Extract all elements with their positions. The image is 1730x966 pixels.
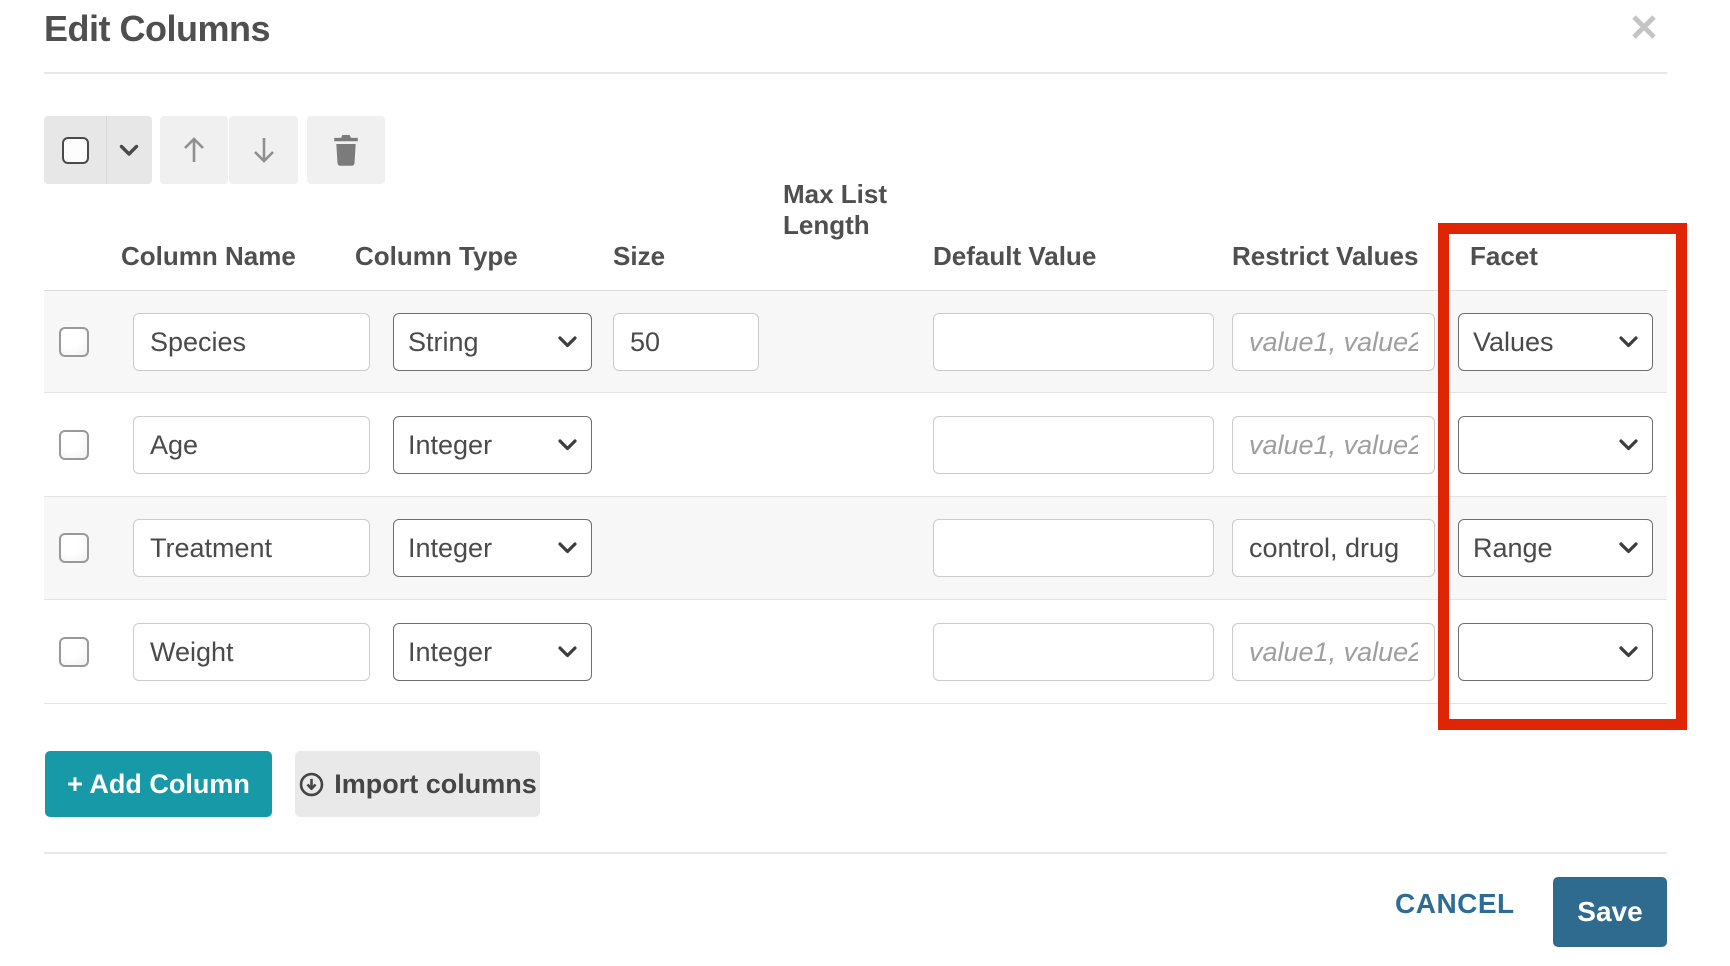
close-icon[interactable] — [1624, 8, 1664, 48]
facet-value: Range — [1473, 533, 1619, 564]
row-checkbox[interactable] — [59, 533, 89, 563]
chevron-down-icon — [1619, 439, 1638, 451]
selection-menu-button[interactable] — [107, 116, 151, 184]
table-row-species: String Values — [44, 290, 1667, 393]
close-icon — [1627, 10, 1661, 44]
import-circle-arrow-icon — [298, 771, 325, 798]
header-max-list-length: Max List Length — [783, 179, 901, 241]
footer-divider — [44, 852, 1667, 854]
column-type-select[interactable]: Integer — [393, 519, 592, 577]
chevron-down-icon — [558, 439, 577, 451]
restrict-values-input[interactable] — [1232, 519, 1435, 577]
row-checkbox[interactable] — [59, 327, 89, 357]
table-row-treatment: Integer Range — [44, 497, 1667, 600]
column-name-input[interactable] — [133, 416, 370, 474]
column-name-input[interactable] — [133, 623, 370, 681]
column-type-value: Integer — [408, 637, 558, 668]
move-up-button[interactable] — [160, 116, 228, 184]
column-type-select[interactable]: Integer — [393, 623, 592, 681]
default-value-input[interactable] — [933, 313, 1214, 371]
column-type-value: Integer — [408, 533, 558, 564]
table-row-age: Integer — [44, 394, 1667, 497]
cancel-button[interactable]: CANCEL — [1395, 888, 1515, 920]
column-type-value: String — [408, 327, 558, 358]
import-columns-button[interactable]: Import columns — [295, 751, 540, 817]
default-value-input[interactable] — [933, 416, 1214, 474]
size-input[interactable] — [613, 313, 759, 371]
header-divider — [44, 72, 1667, 74]
restrict-values-input[interactable] — [1232, 623, 1435, 681]
save-button[interactable]: Save — [1553, 877, 1667, 947]
header-column-type: Column Type — [355, 241, 518, 272]
header-column-name: Column Name — [121, 241, 296, 272]
restrict-values-input[interactable] — [1232, 313, 1435, 371]
chevron-down-icon — [558, 646, 577, 658]
column-name-input[interactable] — [133, 313, 370, 371]
checkbox-icon — [62, 137, 89, 164]
trash-icon — [330, 133, 362, 167]
header-default-value: Default Value — [933, 241, 1096, 272]
dialog-title: Edit Columns — [44, 8, 270, 50]
chevron-down-icon — [558, 336, 577, 348]
delete-rows-button[interactable] — [307, 116, 385, 184]
selection-button-group — [44, 116, 152, 184]
chevron-down-icon — [558, 542, 577, 554]
row-checkbox[interactable] — [59, 430, 89, 460]
table-row-weight: Integer — [44, 601, 1667, 704]
facet-select[interactable] — [1458, 623, 1653, 681]
column-type-value: Integer — [408, 430, 558, 461]
facet-select[interactable] — [1458, 416, 1653, 474]
chevron-down-icon — [1619, 542, 1638, 554]
header-facet: Facet — [1470, 241, 1538, 272]
facet-select[interactable]: Range — [1458, 519, 1653, 577]
arrow-up-icon — [181, 135, 207, 165]
default-value-input[interactable] — [933, 519, 1214, 577]
arrow-down-icon — [251, 135, 277, 165]
add-column-button[interactable]: + Add Column — [45, 751, 272, 817]
column-type-select[interactable]: String — [393, 313, 592, 371]
restrict-values-input[interactable] — [1232, 416, 1435, 474]
default-value-input[interactable] — [933, 623, 1214, 681]
column-type-select[interactable]: Integer — [393, 416, 592, 474]
import-columns-label: Import columns — [334, 769, 537, 800]
select-all-checkbox[interactable] — [44, 116, 107, 184]
header-restrict-values: Restrict Values — [1232, 241, 1418, 272]
chevron-down-icon — [1619, 646, 1638, 658]
facet-value: Values — [1473, 327, 1619, 358]
column-name-input[interactable] — [133, 519, 370, 577]
chevron-down-icon — [119, 144, 139, 157]
header-size: Size — [613, 241, 665, 272]
move-down-button[interactable] — [229, 116, 298, 184]
row-checkbox[interactable] — [59, 637, 89, 667]
edit-columns-dialog: Edit Columns Colum — [0, 0, 1730, 966]
chevron-down-icon — [1619, 336, 1638, 348]
facet-select[interactable]: Values — [1458, 313, 1653, 371]
